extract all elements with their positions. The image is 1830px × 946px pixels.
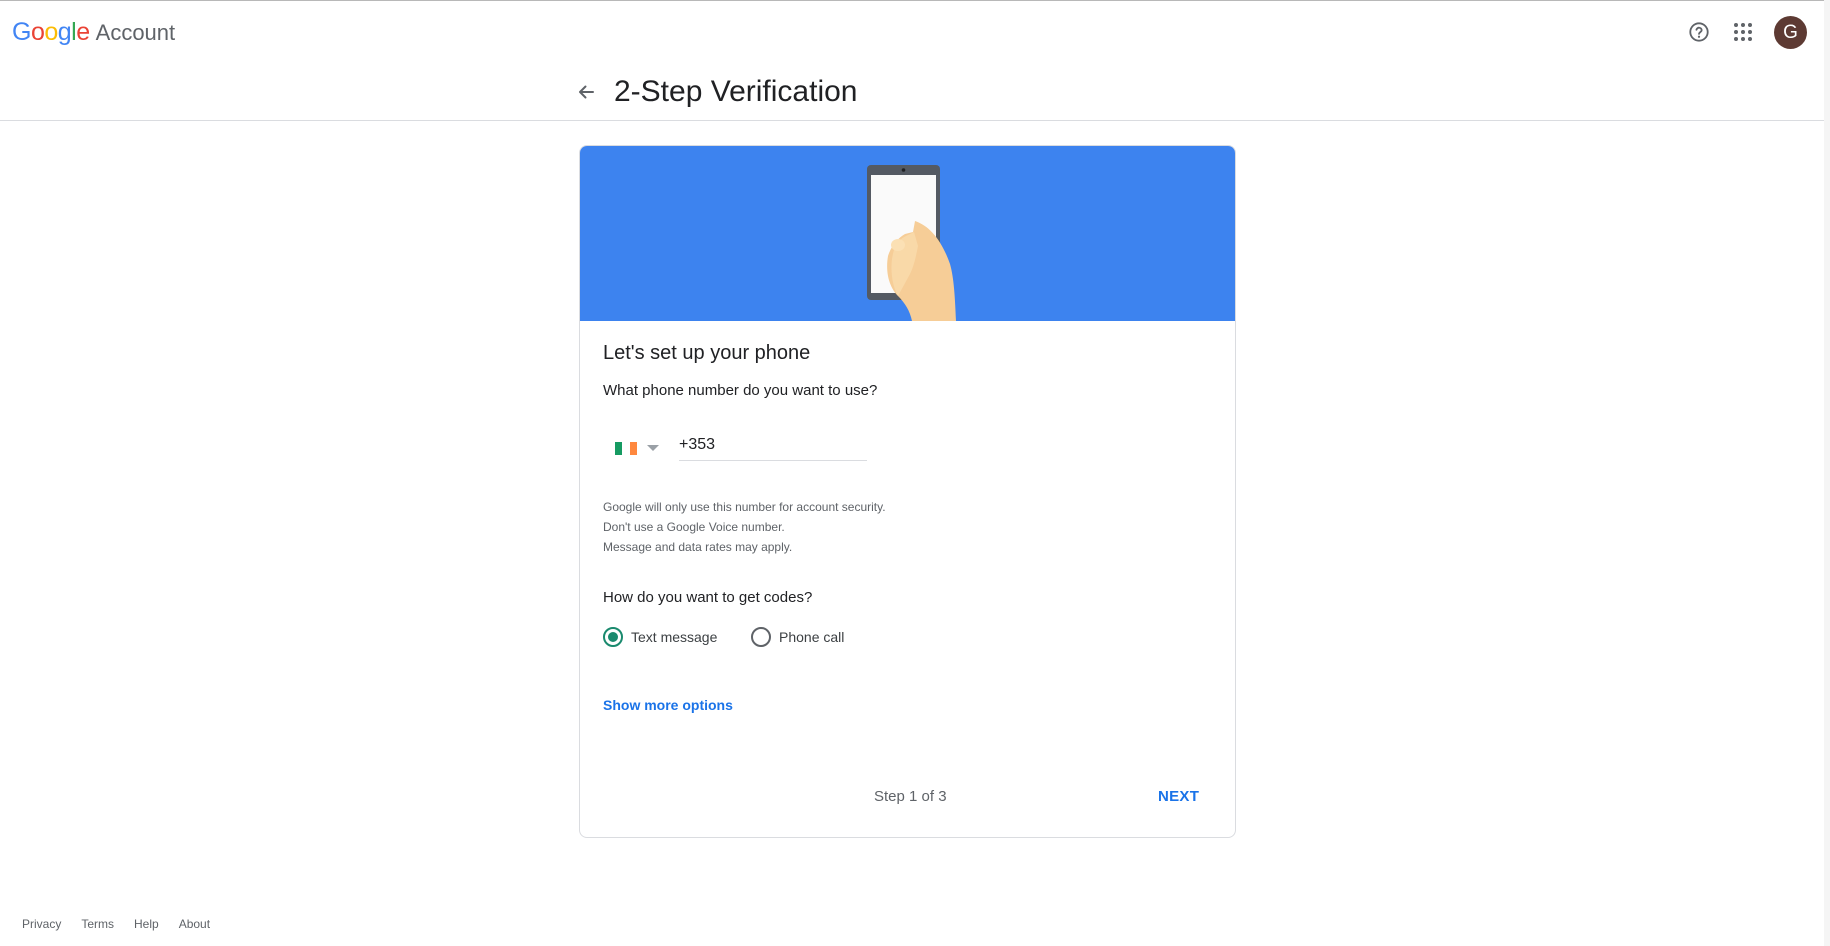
ireland-flag-icon[interactable]	[615, 441, 637, 455]
footer-link-privacy[interactable]: Privacy	[22, 917, 61, 931]
phone-banner	[580, 146, 1235, 321]
account-label: Account	[95, 20, 176, 45]
google-account-logo[interactable]: G o o g l e Account	[12, 18, 175, 48]
help-circle-icon[interactable]	[1684, 17, 1714, 47]
note-google-voice: Don't use a Google Voice number.	[603, 520, 785, 534]
top-border	[0, 0, 1830, 1]
setup-card: Let's set up your phone What phone numbe…	[579, 145, 1236, 838]
next-button[interactable]: NEXT	[1148, 780, 1209, 813]
logo-letter-6: e	[76, 18, 90, 46]
footer-link-about[interactable]: About	[179, 917, 210, 931]
phone-in-hand-illustration	[867, 165, 956, 321]
logo-letter-2: o	[30, 18, 45, 46]
phone-number-input[interactable]	[679, 429, 867, 461]
page-header: 2-Step Verification	[572, 70, 857, 114]
header-divider	[0, 120, 1824, 121]
codes-question: How do you want to get codes?	[603, 589, 813, 606]
card-heading: Let's set up your phone	[603, 342, 811, 364]
radio-label-text-message: Text message	[631, 629, 718, 645]
footer-links: Privacy Terms Help About	[22, 917, 230, 931]
avatar[interactable]: G	[1774, 16, 1807, 49]
radio-text-message[interactable]: Text message	[603, 627, 717, 647]
radio-label-phone-call: Phone call	[779, 629, 845, 645]
radio-phone-call[interactable]: Phone call	[751, 627, 844, 647]
radio-checked-icon[interactable]	[603, 627, 623, 647]
page-title: 2-Step Verification	[614, 75, 858, 108]
logo-letter-4: g	[57, 18, 72, 46]
arrow-back-icon[interactable]	[572, 78, 600, 106]
note-security: Google will only use this number for acc…	[603, 500, 886, 514]
avatar-initial: G	[1783, 21, 1798, 43]
phone-question: What phone number do you want to use?	[603, 382, 878, 399]
step-indicator: Step 1 of 3	[874, 788, 947, 805]
logo-letter-1: G	[12, 18, 31, 46]
note-rates: Message and data rates may apply.	[603, 540, 793, 554]
apps-grid-icon[interactable]	[1728, 17, 1758, 47]
footer-link-terms[interactable]: Terms	[81, 917, 114, 931]
logo-letter-3: o	[44, 18, 58, 46]
radio-unchecked-icon[interactable]	[751, 627, 771, 647]
chevron-down-icon[interactable]	[647, 445, 659, 451]
footer-link-help[interactable]: Help	[134, 917, 159, 931]
country-selector[interactable]	[615, 430, 659, 466]
show-more-options-link[interactable]: Show more options	[603, 697, 733, 713]
window-edge	[1824, 0, 1830, 946]
